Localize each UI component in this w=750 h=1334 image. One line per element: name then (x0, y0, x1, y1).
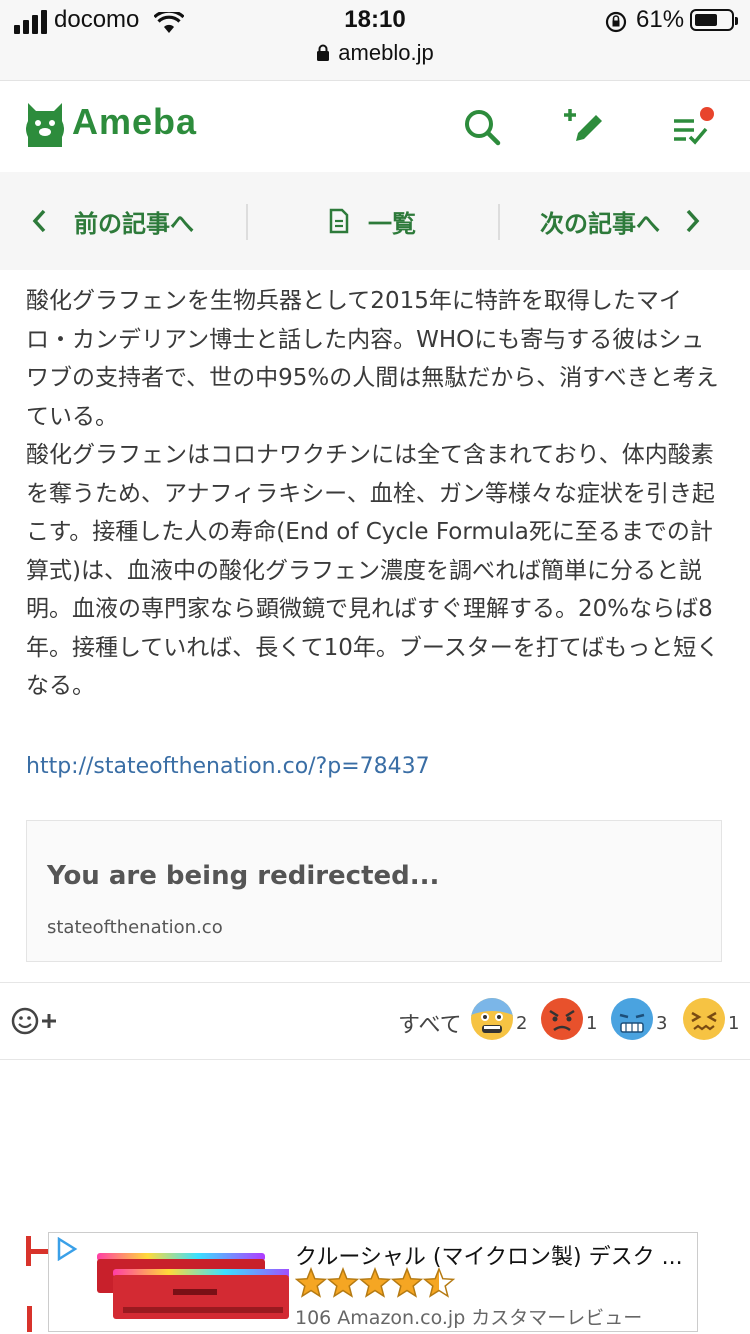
next-article-label: 次の記事へ (540, 209, 660, 238)
article-nav: 前の記事へ 一覧 次の記事へ (0, 172, 750, 271)
status-bar: docomo 18:10 61% ameblo.jp (0, 0, 750, 80)
battery-percent: 61% (636, 6, 685, 33)
edit-blog-icon[interactable] (562, 105, 606, 149)
reaction-count: 1 (586, 1013, 598, 1034)
product-image (97, 1253, 289, 1319)
link-preview-card[interactable]: You are being redirected... stateofthena… (26, 820, 722, 962)
chevron-right-icon (686, 209, 700, 233)
search-icon[interactable] (460, 105, 504, 149)
article-content: 酸化グラフェンを生物兵器として2015年に特許を取得したマイロ・カンデリアン博士… (0, 270, 750, 1070)
reaction-bar: すべて 2 1 3 1 (0, 982, 750, 1060)
reaction-count: 2 (516, 1013, 528, 1034)
article-external-link[interactable]: http://stateofthenation.co/?p=78437 (26, 754, 430, 779)
checklist-icon[interactable] (670, 105, 714, 149)
fearful-face-icon[interactable] (470, 997, 514, 1041)
prev-article-link[interactable]: 前の記事へ (30, 172, 194, 270)
reaction-count: 3 (656, 1013, 668, 1034)
url-text: ameblo.jp (338, 40, 434, 65)
link-preview-title: You are being redirected... (47, 861, 440, 891)
ameba-logo-text[interactable]: Ameba (72, 101, 197, 143)
add-reaction-icon[interactable] (10, 1005, 62, 1037)
ameba-logo-icon[interactable] (24, 99, 66, 149)
rating-stars (295, 1267, 456, 1298)
rating-star (326, 1267, 360, 1298)
rating-star (295, 1267, 328, 1298)
article-list-label: 一覧 (368, 209, 416, 238)
rating-star (390, 1267, 424, 1298)
notification-dot (700, 107, 714, 121)
angry-face-icon[interactable] (540, 997, 584, 1041)
next-article-link[interactable]: 次の記事へ (540, 172, 702, 270)
rating-star (422, 1267, 456, 1298)
site-header: Ameba (0, 80, 750, 174)
document-icon (329, 208, 349, 234)
partial-red-heading (26, 1236, 50, 1332)
reaction-count: 1 (728, 1013, 740, 1034)
battery-icon (690, 9, 738, 31)
ad-banner[interactable]: クルーシャル (マイクロン製) デスク ... 106 Amazon.co.jp… (48, 1232, 698, 1332)
prev-article-label: 前の記事へ (74, 209, 194, 238)
adchoices-icon[interactable] (55, 1237, 79, 1261)
article-list-link[interactable]: 一覧 (328, 172, 416, 270)
link-preview-domain: stateofthenation.co (47, 917, 223, 938)
freezing-face-icon[interactable] (610, 997, 654, 1041)
lock-icon (317, 44, 330, 61)
rating-star (358, 1267, 392, 1298)
article-body-text: 酸化グラフェンを生物兵器として2015年に特許を取得したマイロ・カンデリアン博士… (26, 288, 720, 699)
ad-review-count: 106 Amazon.co.jp カスタマーレビュー (295, 1307, 643, 1329)
address-bar[interactable]: ameblo.jp (0, 40, 750, 66)
chevron-left-icon (32, 209, 46, 233)
nav-divider (246, 204, 248, 240)
nav-divider (498, 204, 500, 240)
confounded-face-icon[interactable] (682, 997, 726, 1041)
reactions-all-link[interactable]: すべて (398, 1007, 462, 1039)
rotation-lock-icon (605, 11, 627, 33)
